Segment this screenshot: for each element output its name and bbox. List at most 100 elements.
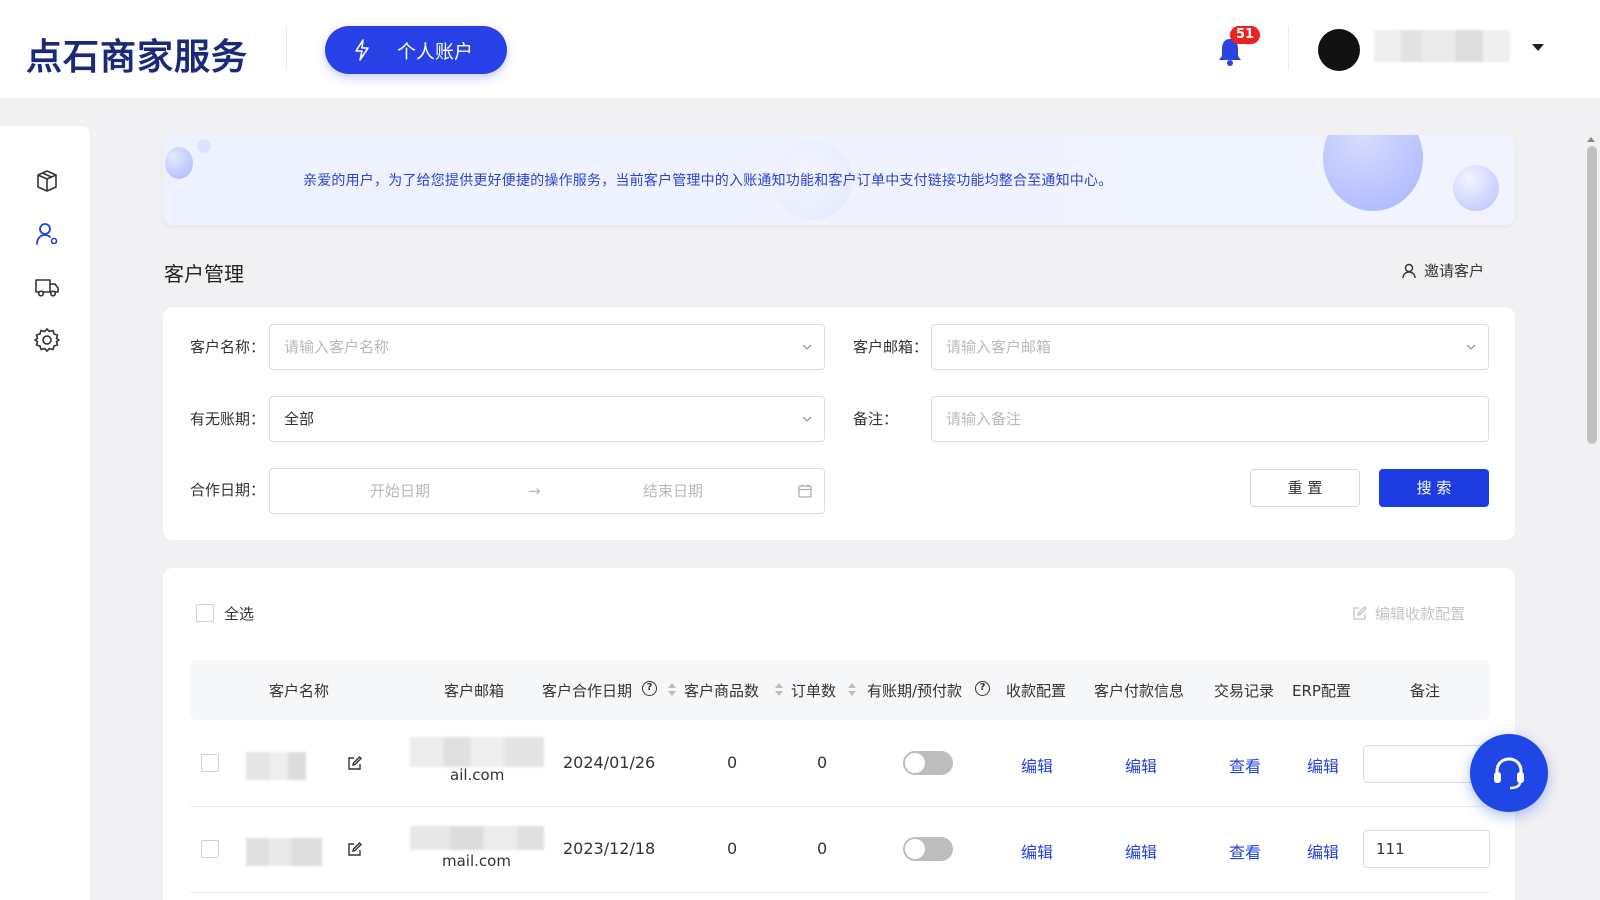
col-order-count: 订单数: [791, 682, 837, 700]
box-icon[interactable]: [34, 168, 60, 194]
end-date-input[interactable]: 结束日期: [643, 469, 703, 513]
order-count: 0: [817, 839, 828, 858]
notification-badge: 51: [1230, 26, 1260, 44]
row-note-input[interactable]: 111: [1363, 830, 1490, 868]
chevron-down-icon: [802, 344, 812, 350]
lightning-icon: [355, 39, 369, 61]
banner-message: 亲爱的用户，为了给您提供更好便捷的操作服务，当前客户管理中的入账通知功能和客户订…: [303, 173, 1113, 189]
select-all-label: 全选: [224, 605, 255, 623]
range-arrow: →: [528, 482, 541, 500]
invite-customer-link[interactable]: 邀请客户: [1402, 260, 1484, 281]
product-count: 0: [727, 753, 738, 772]
note-placeholder: 请输入备注: [946, 410, 1022, 428]
customer-email-redacted: [410, 826, 544, 850]
personal-account-label: 个人账户: [397, 40, 474, 63]
edit-icon: [1353, 606, 1367, 620]
col-account-period: 有账期/预付款: [867, 682, 963, 700]
sidebar: [0, 126, 90, 900]
gear-icon[interactable]: [34, 327, 60, 353]
search-button[interactable]: 搜 索: [1379, 469, 1489, 507]
edit-payment-config-label: 编辑收款配置: [1375, 605, 1466, 623]
account-period-toggle[interactable]: [903, 837, 953, 861]
decorative-bubble: [165, 147, 193, 179]
chevron-down-icon: [802, 416, 812, 422]
payment-config-edit-link[interactable]: 编辑: [1021, 839, 1053, 863]
edit-icon[interactable]: [347, 841, 363, 857]
cooperation-date: 2024/01/26: [563, 753, 656, 772]
edit-icon[interactable]: [347, 755, 363, 771]
scroll-up-arrow[interactable]: [1587, 137, 1595, 142]
sort-icon[interactable]: [848, 683, 856, 697]
start-date-input[interactable]: 开始日期: [370, 469, 430, 513]
col-payment-config: 收款配置: [1006, 682, 1067, 700]
customer-name-redacted: [246, 752, 306, 780]
calendar-icon: [798, 484, 812, 498]
caret-down-icon[interactable]: [1532, 44, 1544, 51]
select-all-checkbox[interactable]: [196, 604, 214, 622]
customer-email-suffix: mail.com: [442, 852, 511, 870]
edit-payment-config-button[interactable]: 编辑收款配置: [1352, 603, 1465, 624]
col-cooperation-date: 客户合作日期: [542, 682, 633, 700]
scrollbar-thumb[interactable]: [1587, 146, 1597, 444]
account-period-select[interactable]: 全部: [269, 396, 825, 442]
payment-config-edit-link[interactable]: 编辑: [1021, 753, 1053, 777]
transactions-view-link[interactable]: 查看: [1229, 839, 1261, 863]
customer-name-redacted: [246, 838, 322, 866]
truck-icon[interactable]: [34, 274, 60, 300]
customer-name-label: 客户名称：: [190, 338, 266, 356]
col-note: 备注: [1410, 682, 1441, 700]
reset-button[interactable]: 重 置: [1250, 469, 1360, 507]
sort-icon[interactable]: [775, 683, 783, 697]
col-transactions: 交易记录: [1214, 682, 1275, 700]
top-header: 点石商家服务 个人账户 51: [0, 0, 1600, 98]
row-checkbox[interactable]: [201, 754, 219, 772]
help-icon[interactable]: ?: [642, 681, 657, 696]
help-icon[interactable]: ?: [975, 681, 990, 696]
customer-support-button[interactable]: [1470, 734, 1548, 812]
headset-icon: [1494, 757, 1524, 790]
notice-banner: 亲爱的用户，为了给您提供更好便捷的操作服务，当前客户管理中的入账通知功能和客户订…: [163, 135, 1515, 225]
personal-account-button[interactable]: 个人账户: [325, 26, 507, 74]
customer-email-label: 客户邮箱：: [853, 338, 929, 356]
customer-name-select[interactable]: 请输入客户名称: [269, 324, 825, 370]
cooperation-date-label: 合作日期：: [190, 481, 266, 499]
account-period-toggle[interactable]: [903, 751, 953, 775]
customer-email-select[interactable]: 请输入客户邮箱: [931, 324, 1489, 370]
col-erp-config: ERP配置: [1292, 682, 1351, 700]
decorative-bubble: [1323, 135, 1423, 211]
header-divider: [286, 26, 287, 70]
col-customer-email: 客户邮箱: [444, 682, 505, 700]
payment-info-edit-link[interactable]: 编辑: [1125, 839, 1157, 863]
note-input[interactable]: 请输入备注: [931, 396, 1489, 442]
col-payment-info: 客户付款信息: [1094, 682, 1185, 700]
account-period-value: 全部: [284, 410, 315, 428]
erp-config-edit-link[interactable]: 编辑: [1307, 839, 1339, 863]
col-customer-name: 客户名称: [269, 682, 330, 700]
customer-email-suffix: ail.com: [450, 766, 505, 784]
customer-name-placeholder: 请输入客户名称: [284, 338, 390, 356]
chevron-down-icon: [1466, 344, 1476, 350]
row-checkbox[interactable]: [201, 840, 219, 858]
col-product-count: 客户商品数: [684, 682, 760, 700]
brand-logo[interactable]: 点石商家服务: [26, 28, 248, 80]
note-label: 备注：: [853, 410, 899, 428]
customer-email-redacted: [410, 737, 544, 767]
date-range-picker[interactable]: 开始日期 → 结束日期: [269, 468, 825, 514]
invite-customer-label: 邀请客户: [1424, 262, 1485, 280]
row-divider: [190, 806, 1490, 807]
payment-info-edit-link[interactable]: 编辑: [1125, 753, 1157, 777]
customer-email-placeholder: 请输入客户邮箱: [946, 338, 1052, 356]
username-redacted: [1374, 30, 1510, 62]
header-divider: [1288, 26, 1289, 70]
sort-icon[interactable]: [668, 683, 676, 697]
order-count: 0: [817, 753, 828, 772]
transactions-view-link[interactable]: 查看: [1229, 753, 1261, 777]
row-divider: [190, 892, 1490, 893]
erp-config-edit-link[interactable]: 编辑: [1307, 753, 1339, 777]
product-count: 0: [727, 839, 738, 858]
decorative-bubble: [197, 139, 211, 153]
user-avatar[interactable]: [1318, 29, 1360, 71]
customers-icon[interactable]: [34, 221, 60, 247]
page-title: 客户管理: [164, 262, 244, 286]
cooperation-date: 2023/12/18: [563, 839, 656, 858]
